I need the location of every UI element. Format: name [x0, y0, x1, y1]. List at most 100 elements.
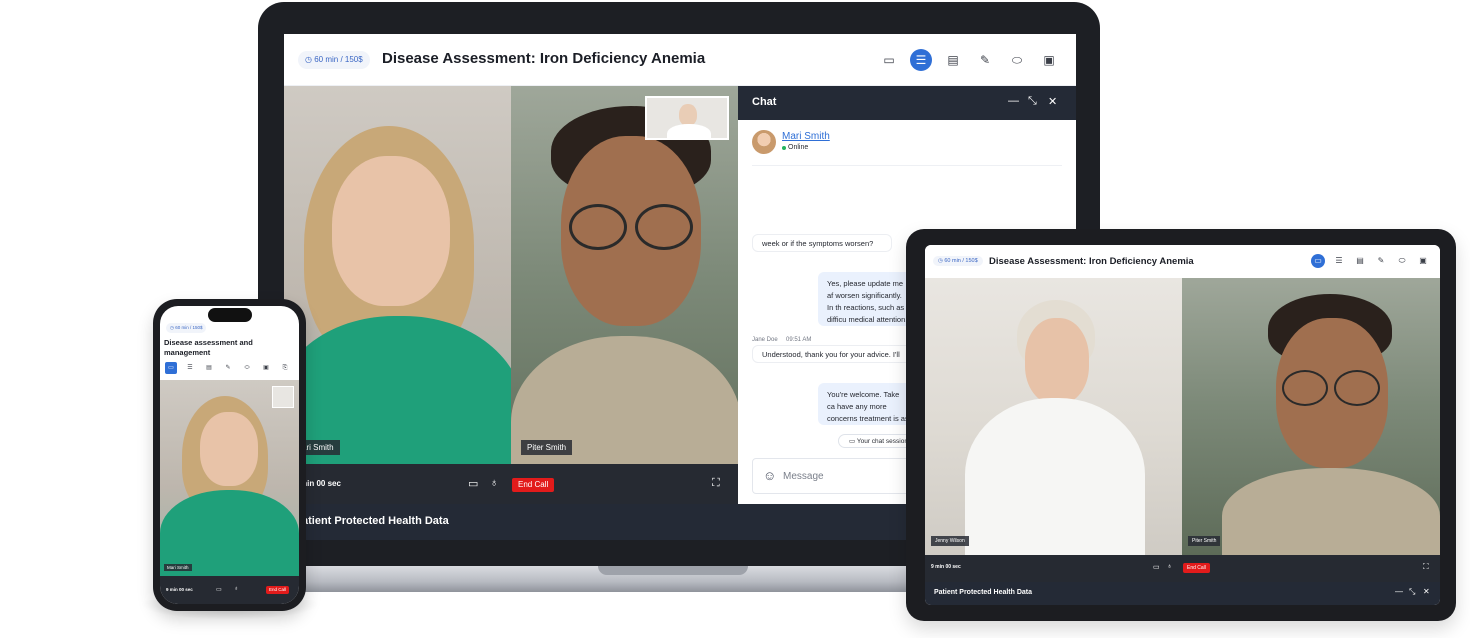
participant-name-tag: Mari Smith: [164, 564, 192, 571]
minimize-icon[interactable]: —: [1008, 95, 1019, 107]
microphone-icon[interactable]: ♁: [1167, 563, 1172, 570]
avatar: [752, 130, 776, 154]
expand-icon[interactable]: ⤡: [1028, 95, 1037, 108]
self-view-pip[interactable]: [645, 96, 729, 140]
message-time: 09:51 AM: [786, 337, 812, 343]
phi-label: atient Protected Health Data: [302, 515, 449, 527]
session-price: 60 min / 150$: [175, 325, 203, 330]
prescription-icon[interactable]: ✎: [1374, 254, 1388, 268]
chat-icon[interactable]: ☰: [184, 362, 196, 374]
lab-coat: [965, 398, 1145, 555]
video-tile-doctor: Jenny Wilson: [925, 278, 1182, 555]
chat-message-outgoing: Yes, please update me af worsen signific…: [818, 272, 918, 326]
call-controls: min 00 sec ▭ ♁ End Call ⛶: [284, 464, 738, 504]
chat-message-incoming: week or if the symptoms worsen?: [752, 234, 892, 252]
participant-name-tag: Jenny Wilson: [931, 536, 969, 546]
laptop-hinge-notch: [598, 566, 748, 575]
clipboard-icon[interactable]: ▣: [1416, 254, 1430, 268]
pill-icon[interactable]: ⬭: [241, 362, 253, 374]
microphone-icon[interactable]: ♁: [490, 477, 498, 489]
prescription-icon[interactable]: ✎: [222, 362, 234, 374]
chat-bubble-icon: ▭: [849, 438, 856, 445]
clock-icon: ◷: [938, 258, 943, 264]
phi-label: Patient Protected Health Data: [934, 589, 1033, 596]
video-tile-patient: Mari Smith: [160, 380, 299, 576]
expand-icon[interactable]: ⤡: [1409, 587, 1415, 597]
call-timer: min 00 sec: [300, 479, 341, 488]
call-timer: 9 min 00 sec: [166, 587, 193, 592]
participant-name-tag: Piter Smith: [521, 440, 573, 455]
video-tile-patient: ari Smith: [284, 86, 511, 504]
session-note-text: Your chat session: [856, 438, 908, 445]
attachment-icon[interactable]: ⎘: [279, 362, 291, 374]
page-title: Disease Assessment: Iron Deficiency Anem…: [382, 50, 706, 67]
video-icon[interactable]: ▭: [878, 49, 900, 71]
tablet-topbar: ◷ 60 min / 150$ Disease Assessment: Iron…: [925, 245, 1440, 278]
session-price-badge: ◷ 60 min / 150$: [933, 256, 983, 266]
call-controls: 9 min 00 sec ▭ ♁ End Call: [160, 576, 299, 604]
page-title: Disease Assessment: Iron Deficiency Anem…: [989, 256, 1194, 267]
fullscreen-icon[interactable]: ⛶: [1423, 562, 1429, 572]
chat-message-incoming: Understood, thank you for your advice. I…: [752, 345, 912, 363]
chat-icon[interactable]: ☰: [1332, 254, 1346, 268]
face: [332, 156, 450, 306]
close-icon[interactable]: ✕: [1423, 587, 1430, 596]
chat-icon[interactable]: ☰: [910, 49, 932, 71]
end-call-button[interactable]: End Call: [512, 478, 555, 492]
call-timer: 9 min 00 sec: [931, 564, 961, 570]
face: [679, 104, 697, 126]
camera-icon[interactable]: ▭: [1153, 563, 1160, 571]
session-price: 60 min / 150$: [944, 258, 978, 264]
emoji-icon[interactable]: ☺: [763, 468, 776, 483]
torso: [667, 124, 711, 138]
clipboard-icon[interactable]: ▣: [260, 362, 272, 374]
end-call-button[interactable]: End Call: [1183, 563, 1210, 573]
phone-notch: [208, 308, 252, 322]
glasses-left: [1282, 370, 1328, 406]
chat-title: Chat: [752, 96, 777, 108]
phi-footer: Patient Protected Health Data — ⤡ ✕: [925, 582, 1440, 605]
end-call-button[interactable]: End Call: [266, 586, 290, 594]
clock-icon: ◷: [305, 55, 312, 64]
document-icon[interactable]: ▤: [1353, 254, 1367, 268]
video-icon[interactable]: ▭: [165, 362, 177, 374]
contact-status: Online: [788, 144, 809, 151]
glasses-left: [569, 204, 627, 250]
contact-name-link[interactable]: Mari Smith: [782, 131, 830, 142]
self-view-pip[interactable]: [272, 386, 294, 408]
clock-icon: ◷: [170, 325, 174, 330]
fullscreen-icon[interactable]: ⛶: [712, 477, 720, 490]
message-sender: Jane Doe: [752, 337, 778, 343]
minimize-icon[interactable]: —: [1395, 587, 1403, 596]
torso: [1222, 468, 1440, 555]
chat-contact: Mari Smith Online: [752, 130, 1062, 166]
session-price-badge: ◷ 60 min / 150$: [166, 323, 207, 333]
prescription-icon[interactable]: ✎: [974, 49, 996, 71]
pill-icon[interactable]: ⬭: [1395, 254, 1409, 268]
message-placeholder: Message: [783, 471, 824, 482]
session-topbar: ◷ 60 min / 150$ Disease Assessment: Iron…: [284, 34, 1076, 86]
document-icon[interactable]: ▤: [203, 362, 215, 374]
camera-icon[interactable]: ▭: [216, 586, 222, 593]
document-icon[interactable]: ▤: [942, 49, 964, 71]
clipboard-icon[interactable]: ▣: [1038, 49, 1060, 71]
page-title: Disease assessment and management: [164, 338, 253, 357]
session-price-badge: ◷ 60 min / 150$: [298, 51, 370, 69]
glasses-right: [635, 204, 693, 250]
pill-icon[interactable]: ⬭: [1006, 49, 1028, 71]
glasses-right: [1334, 370, 1380, 406]
camera-icon[interactable]: ▭: [468, 477, 478, 490]
microphone-icon[interactable]: ♁: [234, 586, 239, 592]
face: [1025, 318, 1089, 404]
online-status-dot: [782, 146, 786, 150]
device-mockup-stage: ◷ 60 min / 150$ Disease Assessment: Iron…: [0, 0, 1470, 638]
video-tile-doctor: Piter Smith: [511, 86, 738, 504]
face: [200, 412, 258, 486]
chat-message-outgoing: You're welcome. Take ca have any more co…: [818, 383, 918, 425]
tablet-screen: ◷ 60 min / 150$ Disease Assessment: Iron…: [925, 245, 1440, 605]
session-price: 60 min / 150$: [314, 55, 363, 64]
close-icon[interactable]: ✕: [1048, 95, 1057, 108]
video-icon[interactable]: ▭: [1311, 254, 1325, 268]
chat-header: Chat — ⤡ ✕: [738, 86, 1076, 120]
video-tile-patient: Piter Smith: [1182, 278, 1440, 555]
